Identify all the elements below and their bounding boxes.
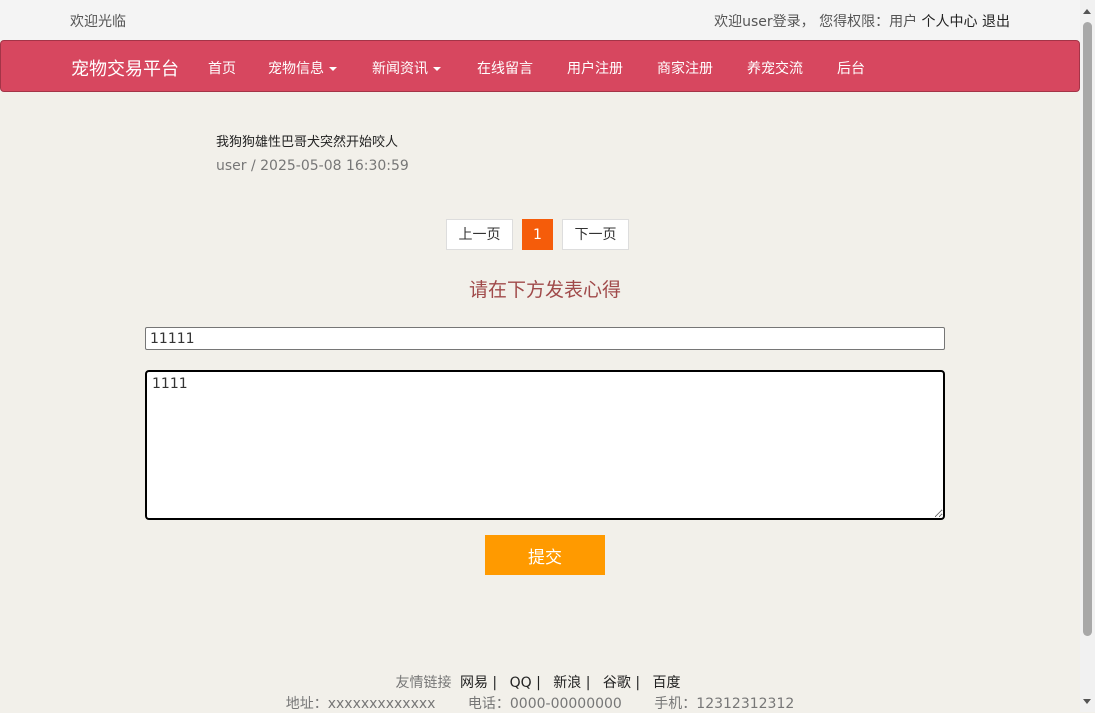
user-center-link[interactable]: 个人中心 <box>922 14 978 30</box>
link-sina[interactable]: 新浪 | <box>553 675 590 691</box>
caret-down-icon <box>433 67 441 71</box>
nav-news[interactable]: 新闻资讯 <box>372 58 441 78</box>
footer-address: 地址：xxxxxxxxxxxxx <box>285 696 436 712</box>
current-page-button[interactable]: 1 <box>522 219 553 250</box>
next-page-button[interactable]: 下一页 <box>562 219 629 250</box>
vertical-scrollbar[interactable] <box>1080 0 1095 712</box>
footer-contact: 地址：xxxxxxxxxxxxx 电话：0000-00000000 手机：123… <box>0 693 1080 713</box>
scroll-thumb[interactable] <box>1083 22 1092 636</box>
footer-mobile: 手机：12312312312 <box>654 696 795 712</box>
footer-phone: 电话：0000-00000000 <box>467 696 622 712</box>
nav-news-label: 新闻资讯 <box>372 61 428 77</box>
link-netease[interactable]: 网易 | <box>460 675 497 691</box>
nav-admin[interactable]: 后台 <box>837 58 865 78</box>
main-navbar: 宠物交易平台 首页 宠物信息 新闻资讯 在线留言 用户注册 商家注册 养宠交流 … <box>0 40 1080 92</box>
logout-link[interactable]: 退出 <box>982 14 1010 30</box>
content-textarea[interactable]: 1111 <box>145 370 945 520</box>
welcome-text: 欢迎光临 <box>70 14 126 30</box>
nav-user-register[interactable]: 用户注册 <box>567 58 623 78</box>
top-bar: 欢迎光临 欢迎user登录， 您得权限：用户 个人中心 退出 <box>0 0 1080 40</box>
post-meta: user / 2025-05-08 16:30:59 <box>216 158 409 174</box>
site-brand[interactable]: 宠物交易平台 <box>71 55 179 81</box>
friend-links: 友情链接 网易 | QQ | 新浪 | 谷歌 | 百度 <box>0 672 1080 692</box>
nav-guestbook[interactable]: 在线留言 <box>477 58 533 78</box>
scroll-up-icon[interactable] <box>1083 9 1091 14</box>
link-baidu[interactable]: 百度 <box>653 675 681 691</box>
title-input[interactable] <box>145 327 945 350</box>
link-qq[interactable]: QQ | <box>510 675 541 691</box>
nav-merchant-register[interactable]: 商家注册 <box>657 58 713 78</box>
post-title[interactable]: 我狗狗雄性巴哥犬突然开始咬人 <box>216 131 398 150</box>
prev-page-button[interactable]: 上一页 <box>446 219 513 250</box>
caret-down-icon <box>329 67 337 71</box>
link-google[interactable]: 谷歌 | <box>603 675 640 691</box>
nav-home[interactable]: 首页 <box>208 58 236 78</box>
nav-pet-exchange[interactable]: 养宠交流 <box>747 58 803 78</box>
form-heading: 请在下方发表心得 <box>468 279 621 301</box>
submit-button[interactable]: 提交 <box>485 535 605 575</box>
scroll-down-icon[interactable] <box>1083 699 1091 704</box>
nav-pet-info-label: 宠物信息 <box>268 61 324 77</box>
user-status: 欢迎user登录， 您得权限：用户 个人中心 退出 <box>714 11 1010 31</box>
nav-pet-info[interactable]: 宠物信息 <box>268 58 337 78</box>
friend-links-label: 友情链接 <box>395 675 452 691</box>
login-status-text: 欢迎user登录， 您得权限：用户 <box>714 14 918 30</box>
